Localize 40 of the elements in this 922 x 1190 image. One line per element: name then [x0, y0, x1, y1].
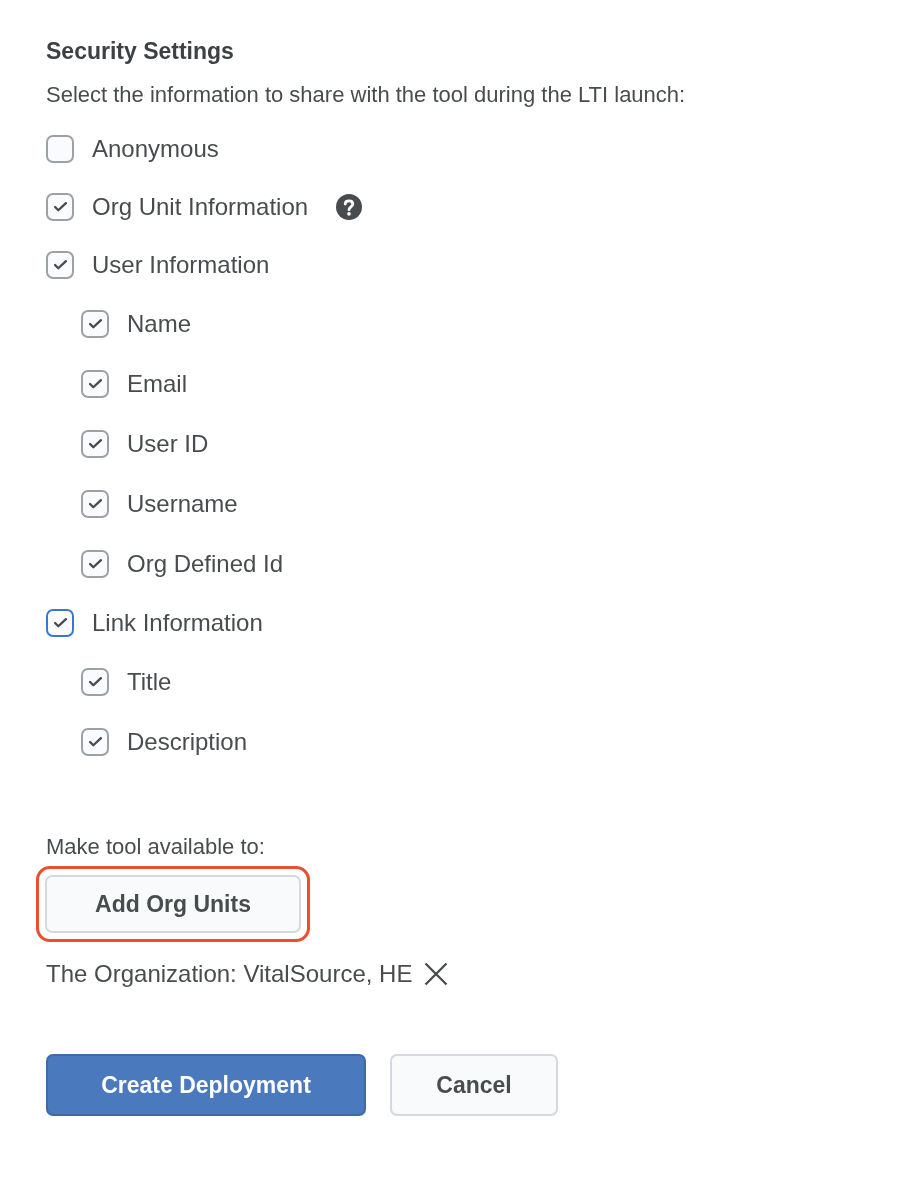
check-icon: [88, 737, 102, 747]
check-icon: [88, 559, 102, 569]
checkbox-label: User Information: [92, 251, 270, 279]
checkbox-label: Email: [127, 370, 187, 398]
check-icon: [88, 499, 102, 509]
check-icon: [53, 202, 67, 212]
checkbox-label: Org Defined Id: [127, 550, 284, 578]
help-icon[interactable]: [336, 194, 363, 220]
checkbox-label: Link Information: [92, 609, 263, 637]
check-icon: [88, 677, 102, 687]
check-icon: [53, 618, 67, 628]
checkbox[interactable]: [46, 193, 74, 221]
checkbox[interactable]: [81, 370, 109, 398]
checkbox-label: Description: [127, 728, 248, 756]
create-button[interactable]: Create Deployment: [46, 1054, 366, 1116]
checkbox[interactable]: [46, 609, 74, 637]
checkbox[interactable]: [81, 668, 109, 696]
instructions-text: Select the information to share with the tool during the LTI launch:: [46, 82, 687, 108]
availability-label: Make tool available to:: [46, 834, 266, 860]
check-icon: [53, 260, 67, 270]
section-heading: Security Settings: [46, 38, 235, 65]
cancel-button[interactable]: Cancel: [390, 1054, 558, 1116]
check-icon: [88, 319, 102, 329]
checkbox-label: Anonymous: [92, 135, 219, 163]
checkbox-label: User ID: [127, 430, 209, 458]
checkbox[interactable]: [81, 310, 109, 338]
checkbox-label: Name: [127, 310, 192, 338]
check-icon: [88, 439, 102, 449]
checkbox[interactable]: [81, 728, 109, 756]
check-icon: [88, 379, 102, 389]
org-unit-text: The Organization: VitalSource, HE: [46, 960, 413, 988]
checkbox[interactable]: [81, 430, 109, 458]
checkbox[interactable]: [46, 251, 74, 279]
checkbox-label: Org Unit Information: [92, 193, 309, 221]
add-org-units-button[interactable]: Add Org Units: [45, 875, 301, 933]
checkbox[interactable]: [81, 550, 109, 578]
checkbox[interactable]: [81, 490, 109, 518]
checkbox-label: Title: [127, 668, 172, 696]
checkbox-label: Username: [127, 490, 238, 518]
checkbox[interactable]: [46, 135, 74, 163]
